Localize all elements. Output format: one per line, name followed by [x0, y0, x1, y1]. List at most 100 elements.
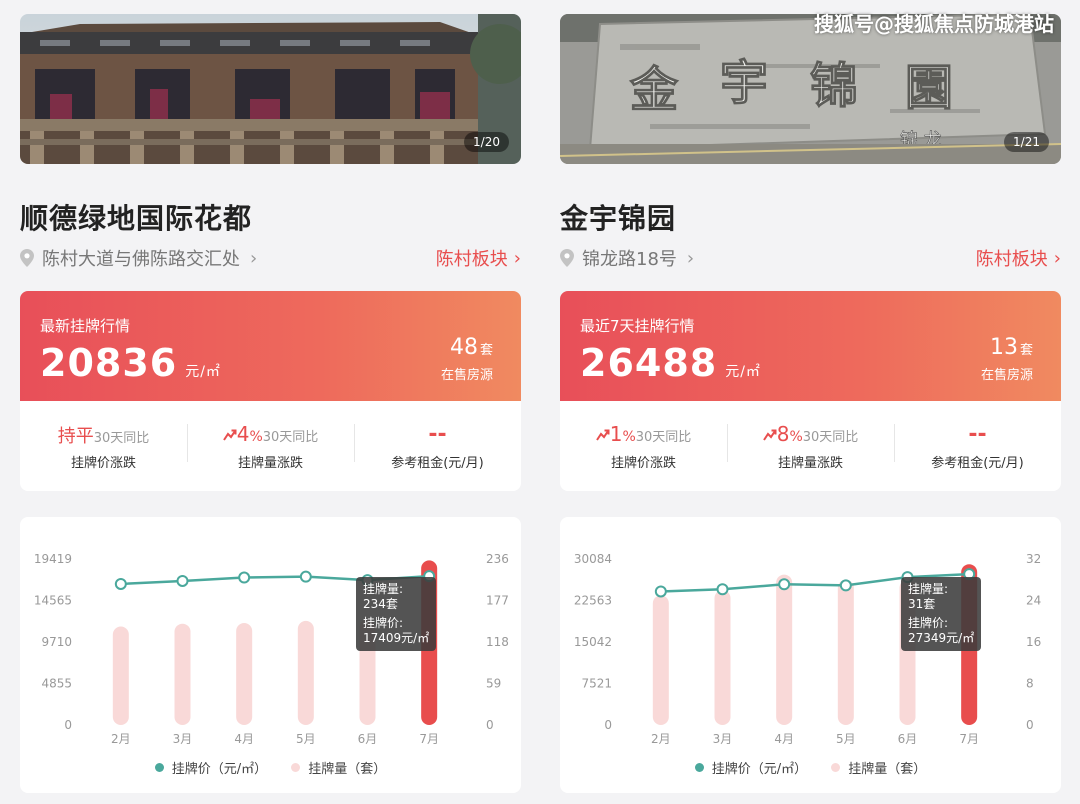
legend-count-marker [291, 763, 301, 772]
y-left-tick-label: 7521 [581, 677, 612, 691]
price-point [176, 574, 189, 587]
metric-count-change: 4%30天同比 挂牌量涨跌 [187, 422, 354, 471]
legend-price[interactable]: 挂牌价（元/㎡） [694, 758, 807, 777]
tooltip-price-title: 挂牌价: [363, 616, 404, 630]
trend-up-icon [222, 429, 237, 441]
count-label: 在售房源 [440, 368, 493, 383]
chart-tooltip: 挂牌量: 234套 挂牌价: 17409元/㎡ [356, 577, 437, 651]
tooltip-count-value: 31套 [908, 597, 936, 611]
price-value: 20836 [40, 341, 178, 385]
svg-text:宇: 宇 [720, 55, 768, 111]
chevron-right-icon: › [1053, 247, 1061, 269]
location-pin-icon [20, 249, 34, 267]
metric-value: -- [428, 421, 447, 447]
district-link[interactable]: 陈村板块 › [436, 245, 521, 271]
price-point [778, 578, 791, 591]
listing-count: 48 [449, 335, 478, 360]
listing-stats-card: 最近7天挂牌行情 26488 元/㎡ 13 套 在售房源 1%30天同比 挂牌价涨跌… [560, 291, 1061, 491]
legend-price-marker [154, 763, 164, 772]
count-bar [112, 626, 129, 725]
metric-value: 持平 [57, 425, 94, 447]
y-left-tick-label: 0 [604, 718, 612, 732]
x-tick-label: 6月 [358, 732, 378, 746]
legend-count-label: 挂牌量（套） [308, 762, 387, 777]
y-right-tick-label: 24 [1026, 594, 1041, 608]
y-right-tick-label: 8 [1026, 677, 1034, 691]
photo-counter: 1/21 [1004, 132, 1049, 152]
address-text: 锦龙路18号 [582, 249, 677, 270]
chart-legend: 挂牌价（元/㎡） 挂牌量（套） [20, 758, 521, 777]
count-bar [236, 623, 253, 725]
listing-price: 26488 元/㎡ [580, 341, 761, 385]
metric-price-change: 1%30天同比 挂牌价涨跌 [560, 422, 727, 471]
y-left-tick-label: 9710 [41, 635, 72, 649]
metric-label: 挂牌价涨跌 [610, 455, 676, 471]
chart-tooltip: 挂牌量: 31套 挂牌价: 27349元/㎡ [901, 577, 982, 651]
metric-rent: -- 参考租金(元/月) [894, 422, 1061, 471]
y-left-tick-label: 0 [64, 718, 72, 732]
count-unit: 套 [1019, 343, 1033, 358]
y-left-tick-label: 19419 [34, 552, 72, 566]
legend-count[interactable]: 挂牌量（套） [291, 758, 386, 777]
x-tick-label: 4月 [234, 732, 254, 746]
listing-count: 13 [989, 335, 1018, 360]
y-right-tick-label: 32 [1026, 552, 1041, 566]
price-point [299, 570, 312, 583]
district-text: 陈村板块 [435, 249, 508, 270]
metric-price-change: 持平30天同比 挂牌价涨跌 [20, 422, 187, 471]
watermark: 搜狐号@搜狐焦点防城港站 [814, 12, 1054, 36]
price-point [114, 577, 127, 590]
y-left-tick-label: 14565 [34, 594, 72, 608]
legend-count[interactable]: 挂牌量（套） [831, 758, 926, 777]
y-right-tick-label: 16 [1026, 635, 1041, 649]
address-link[interactable]: 陈村大道与佛陈路交汇处 › [20, 245, 257, 271]
tooltip-count-title: 挂牌量: [908, 582, 949, 596]
legend-price[interactable]: 挂牌价（元/㎡） [154, 758, 268, 777]
metric-value: 1 [609, 421, 623, 446]
x-tick-label: 4月 [774, 732, 794, 746]
x-tick-label: 5月 [836, 732, 856, 746]
building-photo [20, 14, 521, 164]
y-left-tick-label: 30084 [574, 552, 612, 566]
metric-label: 挂牌价涨跌 [70, 455, 136, 471]
listing-stats-card: 最新挂牌行情 20836 元/㎡ 48 套 在售房源 持平30天同比 挂牌价涨跌 4… [20, 291, 521, 491]
y-left-tick-label: 15042 [574, 635, 612, 649]
x-tick-label: 6月 [898, 732, 918, 746]
count-bar [776, 574, 793, 725]
price-point [654, 585, 667, 598]
listing-price: 20836 元/㎡ [40, 341, 221, 385]
x-tick-label: 3月 [713, 732, 733, 746]
district-link[interactable]: 陈村板块 › [976, 245, 1061, 271]
chevron-right-icon: › [250, 247, 258, 269]
property-photo[interactable]: 1/20 [20, 14, 521, 164]
tooltip-price-value: 27349元/㎡ [908, 631, 975, 645]
trend-chart[interactable]: 0 4855 9710 14565 19419 0 59 118 177 236 2月 3月 4月 5月 6… [20, 517, 521, 793]
count-label: 在售房源 [980, 368, 1033, 383]
property-name: 金宇锦园 [560, 202, 677, 235]
x-tick-label: 7月 [959, 732, 979, 746]
metric-rent: -- 参考租金(元/月) [354, 422, 521, 471]
metric-note: 30天同比 [93, 430, 150, 446]
metric-label: 参考租金(元/月) [931, 455, 1024, 471]
chevron-right-icon: › [513, 247, 521, 269]
y-left-tick-label: 22563 [574, 594, 612, 608]
trend-chart[interactable]: 0 7521 15042 22563 30084 0 8 16 24 32 2月 3月 4月 5月 6月 7月 [560, 517, 1061, 793]
count-unit: 套 [479, 343, 493, 358]
x-tick-label: 3月 [173, 732, 193, 746]
metric-count-change: 8%30天同比 挂牌量涨跌 [727, 422, 894, 471]
count-bar [714, 590, 731, 725]
metric-note: 30天同比 [262, 429, 319, 445]
trend-up-icon [762, 429, 777, 441]
y-right-tick-label: 0 [486, 718, 494, 732]
count-bar [837, 579, 854, 725]
address-link[interactable]: 锦龙路18号 › [560, 245, 694, 271]
legend-price-label: 挂牌价（元/㎡） [171, 762, 268, 777]
metric-note: 30天同比 [802, 429, 859, 445]
trend-chart-card: 0 4855 9710 14565 19419 0 59 118 177 236 2月 3月 4月 5月 6… [20, 517, 521, 793]
svg-text:锦: 锦 [810, 58, 858, 114]
tooltip-count-value: 234套 [363, 597, 398, 611]
price-point [238, 571, 251, 584]
y-right-tick-label: 118 [486, 635, 509, 649]
x-tick-label: 7月 [419, 732, 439, 746]
metric-value: 8 [776, 421, 790, 446]
